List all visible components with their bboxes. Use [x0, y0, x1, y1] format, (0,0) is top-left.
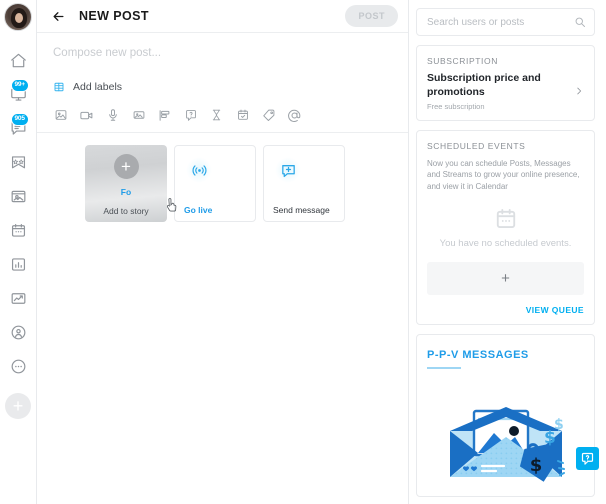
statements-icon — [9, 289, 28, 308]
profile-circle-icon — [9, 323, 28, 342]
add-to-story-sub: Fo — [121, 187, 131, 197]
post-button[interactable]: POST — [345, 5, 398, 27]
sidebar-item-statistics[interactable] — [0, 247, 37, 281]
sidebar-item-statements[interactable] — [0, 281, 37, 315]
add-scheduled-event-button[interactable]: + — [427, 262, 584, 295]
help-question-icon — [580, 451, 595, 466]
help-button[interactable] — [576, 447, 599, 470]
add-labels-label: Add labels — [73, 81, 122, 93]
back-button[interactable] — [51, 9, 66, 24]
new-post-fab[interactable]: + — [5, 393, 31, 419]
add-labels-button[interactable]: Add labels — [37, 69, 408, 102]
price-tag-icon[interactable] — [261, 106, 276, 124]
chevron-right-icon — [574, 84, 584, 98]
timer-icon[interactable] — [209, 106, 224, 124]
add-to-story-label: Add to story — [85, 206, 167, 216]
send-message-label: Send message — [273, 205, 330, 215]
subscription-heading: Subscription price and promotions — [427, 72, 574, 100]
sidebar-item-more[interactable] — [0, 349, 37, 383]
scheduled-events-description: Now you can schedule Posts, Messages and… — [427, 158, 584, 193]
search-bar[interactable] — [416, 8, 595, 36]
envelope-money-illustration: $ $ $ — [427, 387, 584, 487]
composer-toolbar — [37, 102, 408, 133]
scheduled-events-empty-text: You have no scheduled events. — [440, 238, 572, 249]
message-plus-icon — [280, 162, 297, 179]
ppv-messages-panel: P-P-V MESSAGES — [416, 334, 595, 497]
page-header: NEW POST POST — [37, 0, 408, 33]
arrow-left-icon — [51, 9, 66, 24]
notifications-badge: 99+ — [11, 79, 29, 92]
new-post-column: NEW POST POST Compose new post... Add la… — [37, 0, 409, 504]
compose-placeholder: Compose new post... — [53, 47, 392, 59]
quiz-icon[interactable] — [183, 106, 198, 124]
video-icon[interactable] — [79, 106, 94, 124]
ppv-title-underline — [427, 367, 461, 369]
right-sidebar: SUBSCRIPTION Subscription price and prom… — [409, 0, 605, 504]
subscription-row[interactable]: Subscription price and promotions Free s… — [427, 72, 584, 111]
sidebar-item-vault[interactable] — [0, 179, 37, 213]
plus-circle-icon: + — [114, 154, 139, 179]
search-icon[interactable] — [574, 16, 586, 28]
sidebar-item-messages[interactable]: 905 — [0, 111, 37, 145]
plus-icon: + — [501, 272, 510, 285]
search-input[interactable] — [427, 17, 574, 28]
vault-icon — [9, 187, 28, 206]
ppv-messages-title: P-P-V MESSAGES — [427, 349, 529, 365]
broadcast-icon — [191, 162, 208, 179]
poll-icon[interactable] — [157, 106, 172, 124]
sidebar-item-notifications[interactable]: 99+ — [0, 77, 37, 111]
send-message-card[interactable]: Send message — [263, 145, 345, 222]
compose-area[interactable]: Compose new post... — [37, 33, 408, 69]
subscription-panel: SUBSCRIPTION Subscription price and prom… — [416, 45, 595, 121]
left-nav-rail: 99+ 905 — [0, 0, 37, 504]
avatar[interactable] — [4, 3, 32, 31]
go-live-card[interactable]: Go live — [174, 145, 256, 222]
sidebar-item-queue[interactable] — [0, 213, 37, 247]
bookmark-icon — [9, 153, 28, 172]
messages-badge: 905 — [11, 113, 29, 126]
go-live-label: Go live — [184, 205, 212, 215]
action-cards: + Fo Add to story Go live — [37, 133, 408, 222]
mention-icon[interactable] — [287, 106, 302, 124]
scheduled-events-panel: SCHEDULED EVENTS Now you can schedule Po… — [416, 130, 595, 325]
subscription-note: Free subscription — [427, 102, 574, 111]
sidebar-item-profile[interactable] — [0, 315, 37, 349]
calendar-icon — [493, 206, 519, 232]
microphone-icon[interactable] — [105, 106, 120, 124]
label-icon — [53, 81, 65, 93]
svg-text:$: $ — [544, 428, 556, 448]
sidebar-item-home[interactable] — [0, 43, 37, 77]
app-root: 99+ 905 — [0, 0, 606, 504]
schedule-icon[interactable] — [235, 106, 250, 124]
plus-icon: + — [13, 399, 24, 413]
image-icon[interactable] — [53, 106, 68, 124]
svg-text:$: $ — [529, 455, 542, 476]
scheduled-events-empty: You have no scheduled events. — [427, 206, 584, 249]
statistics-icon — [9, 255, 28, 274]
more-ellipsis-icon — [9, 357, 28, 376]
add-to-story-card[interactable]: + Fo Add to story — [85, 145, 167, 222]
sidebar-item-collections[interactable] — [0, 145, 37, 179]
scheduled-events-title: SCHEDULED EVENTS — [427, 141, 584, 151]
subscription-title: SUBSCRIPTION — [427, 56, 584, 66]
calendar-icon — [9, 221, 28, 240]
home-icon — [9, 51, 28, 70]
gif-icon[interactable] — [131, 106, 146, 124]
view-queue-link[interactable]: VIEW QUEUE — [427, 305, 584, 315]
page-title: NEW POST — [79, 9, 345, 23]
